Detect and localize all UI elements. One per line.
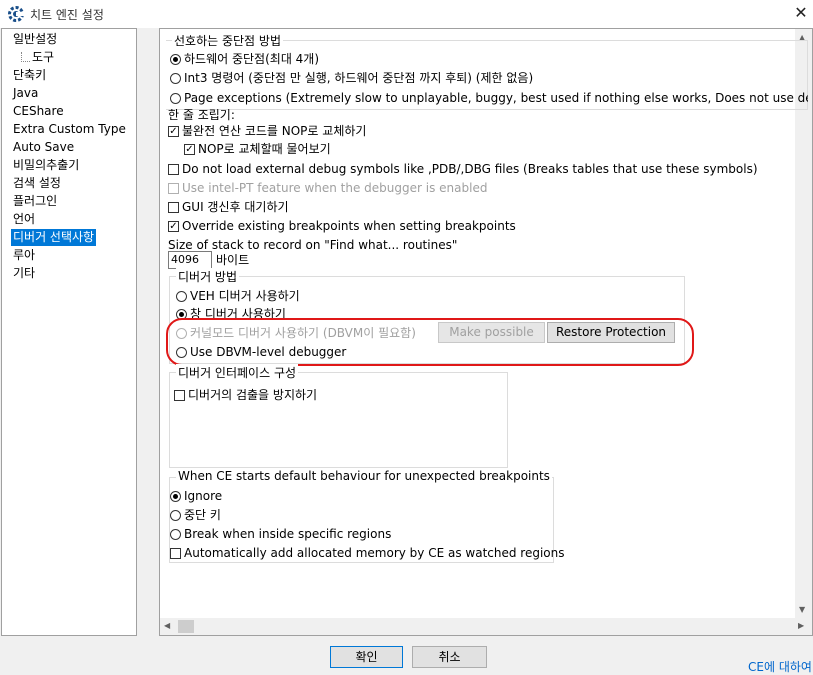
checkbox-label: Use intel-PT feature when the debugger i… — [182, 181, 488, 195]
unexpected-bp-title: When CE starts default behaviour for une… — [176, 469, 552, 483]
settings-sidebar: 일반설정 도구 단축키 Java CEShare Extra Custom Ty… — [1, 28, 137, 636]
sidebar-item-language[interactable]: 언어 — [11, 211, 37, 228]
sidebar-item-auto-save[interactable]: Auto Save — [11, 139, 76, 156]
sidebar-item-secret-extractor[interactable]: 비밀의추출기 — [11, 157, 81, 174]
title-bar — [0, 0, 813, 28]
checkbox-box[interactable] — [174, 390, 185, 401]
scroll-down-icon[interactable]: ▼ — [799, 605, 805, 614]
sidebar-item-debugger-options[interactable]: 디버거 선택사항 — [11, 229, 97, 246]
veh-debugger-radio[interactable]: VEH 디버거 사용하기 — [176, 287, 300, 305]
radio-label: 커널모드 디버거 사용하기 (DBVM이 필요함) — [190, 326, 416, 340]
auto-add-memory-checkbox[interactable]: Automatically add allocated memory by CE… — [170, 544, 565, 562]
sidebar-item-hotkeys[interactable]: 단축키 — [11, 67, 48, 84]
sidebar-item-other[interactable]: 기타 — [11, 265, 37, 282]
bp-hardware-radio[interactable]: 하드웨어 중단점(최대 4개) — [170, 50, 319, 68]
sidebar-item-extra-custom-type[interactable]: Extra Custom Type — [11, 121, 128, 138]
checkbox-label: Override existing breakpoints when setti… — [182, 219, 516, 233]
scroll-left-icon[interactable]: ◀ — [164, 621, 170, 630]
ask-nop-replace-checkbox[interactable]: NOP로 교체할때 물어보기 — [184, 140, 331, 158]
intel-pt-checkbox: Use intel-PT feature when the debugger i… — [168, 179, 487, 197]
hide-debugger-checkbox[interactable]: 디버거의 검출을 방지하기 — [174, 386, 317, 404]
radio-indicator[interactable] — [176, 347, 187, 358]
sidebar-item-ceshare[interactable]: CEShare — [11, 103, 66, 120]
checkbox-label: Do not load external debug symbols like … — [182, 162, 758, 176]
sidebar-item-java[interactable]: Java — [11, 85, 40, 102]
radio-indicator[interactable] — [170, 510, 181, 521]
cancel-button[interactable]: 취소 — [412, 646, 487, 668]
make-possible-button: Make possible — [438, 322, 545, 343]
radio-indicator[interactable] — [170, 73, 181, 84]
checkbox-label: 디버거의 검출을 방지하기 — [188, 388, 318, 402]
window-title: 치트 엔진 설정 — [30, 8, 104, 22]
checkbox-label: NOP로 교체할때 물어보기 — [198, 142, 331, 156]
stack-size-input[interactable]: 4096 — [168, 251, 212, 269]
sidebar-item-tools[interactable]: 도구 — [30, 49, 56, 66]
checkbox-label: GUI 갱신후 대기하기 — [182, 200, 289, 214]
sidebar-item-general[interactable]: 일반설정 — [11, 31, 59, 48]
checkbox-box[interactable] — [168, 202, 179, 213]
bp-int3-radio[interactable]: Int3 명령어 (중단점 만 실행, 하드웨어 중단점 까지 후퇴) (제한 … — [170, 69, 533, 87]
override-breakpoints-checkbox[interactable]: Override existing breakpoints when setti… — [168, 217, 516, 235]
radio-label: Break when inside specific regions — [184, 527, 392, 541]
sidebar-item-lua[interactable]: 루아 — [11, 247, 37, 264]
radio-label: Use DBVM-level debugger — [190, 345, 347, 359]
radio-label: Ignore — [184, 489, 223, 503]
gui-wait-checkbox[interactable]: GUI 갱신후 대기하기 — [168, 198, 289, 216]
windows-debugger-radio[interactable]: 창 디버거 사용하기 — [176, 305, 286, 323]
unexpected-region-radio[interactable]: Break when inside specific regions — [170, 525, 391, 543]
ok-button[interactable]: 확인 — [330, 646, 403, 668]
dbvm-debugger-radio[interactable]: Use DBVM-level debugger — [176, 343, 346, 361]
unexpected-break-radio[interactable]: 중단 키 — [170, 506, 221, 524]
restore-protection-button[interactable]: Restore Protection — [547, 322, 675, 343]
radio-indicator[interactable] — [176, 309, 187, 320]
vertical-scrollbar[interactable]: ▲ ▼ — [795, 29, 812, 619]
radio-label: 하드웨어 중단점(최대 4개) — [184, 52, 320, 66]
checkbox-box[interactable] — [168, 126, 179, 137]
close-icon[interactable]: ✕ — [792, 3, 810, 22]
sidebar-item-plugins[interactable]: 플러그인 — [11, 193, 59, 210]
scroll-right-icon[interactable]: ▶ — [798, 621, 804, 630]
radio-indicator[interactable] — [170, 54, 181, 65]
cheat-engine-gear-icon — [8, 6, 25, 22]
radio-label: Page exceptions (Extremely slow to unpla… — [184, 91, 808, 105]
about-ce-link[interactable]: CE에 대하여 — [748, 658, 812, 675]
horizontal-scrollbar[interactable]: ◀ ▶ — [160, 618, 812, 635]
sidebar-item-scan-settings[interactable]: 검색 설정 — [11, 175, 63, 192]
debugger-method-title: 디버거 방법 — [176, 268, 240, 285]
checkbox-label: Automatically add allocated memory by CE… — [184, 546, 565, 560]
radio-indicator[interactable] — [176, 291, 187, 302]
radio-indicator[interactable] — [170, 93, 181, 104]
radio-indicator[interactable] — [170, 491, 181, 502]
checkbox-box[interactable] — [184, 144, 195, 155]
unexpected-ignore-radio[interactable]: Ignore — [170, 487, 222, 505]
bp-method-title: 선호하는 중단점 방법 — [172, 32, 283, 49]
radio-indicator — [176, 328, 187, 339]
bp-page-exceptions-radio[interactable]: Page exceptions (Extremely slow to unpla… — [170, 89, 808, 107]
radio-label: VEH 디버거 사용하기 — [190, 289, 300, 303]
checkbox-box[interactable] — [170, 548, 181, 559]
radio-label: 창 디버거 사용하기 — [190, 307, 286, 321]
no-debug-symbols-checkbox[interactable]: Do not load external debug symbols like … — [168, 160, 758, 178]
stack-size-unit: 바이트 — [216, 253, 250, 267]
radio-indicator[interactable] — [170, 529, 181, 540]
checkbox-label: 불완전 연산 코드를 NOP로 교체하기 — [182, 124, 367, 138]
debugger-interface-title: 디버거 인터페이스 구성 — [176, 364, 299, 381]
scroll-thumb[interactable] — [178, 620, 194, 633]
kernel-debugger-radio: 커널모드 디버거 사용하기 (DBVM이 필요함) — [176, 324, 416, 342]
tree-connector — [21, 52, 30, 62]
checkbox-box — [168, 183, 179, 194]
checkbox-box[interactable] — [168, 221, 179, 232]
radio-label: 중단 키 — [184, 508, 221, 522]
replace-incomplete-nop-checkbox[interactable]: 불완전 연산 코드를 NOP로 교체하기 — [168, 122, 366, 140]
radio-label: Int3 명령어 (중단점 만 실행, 하드웨어 중단점 까지 후퇴) (제한 … — [184, 71, 534, 85]
checkbox-box[interactable] — [168, 164, 179, 175]
